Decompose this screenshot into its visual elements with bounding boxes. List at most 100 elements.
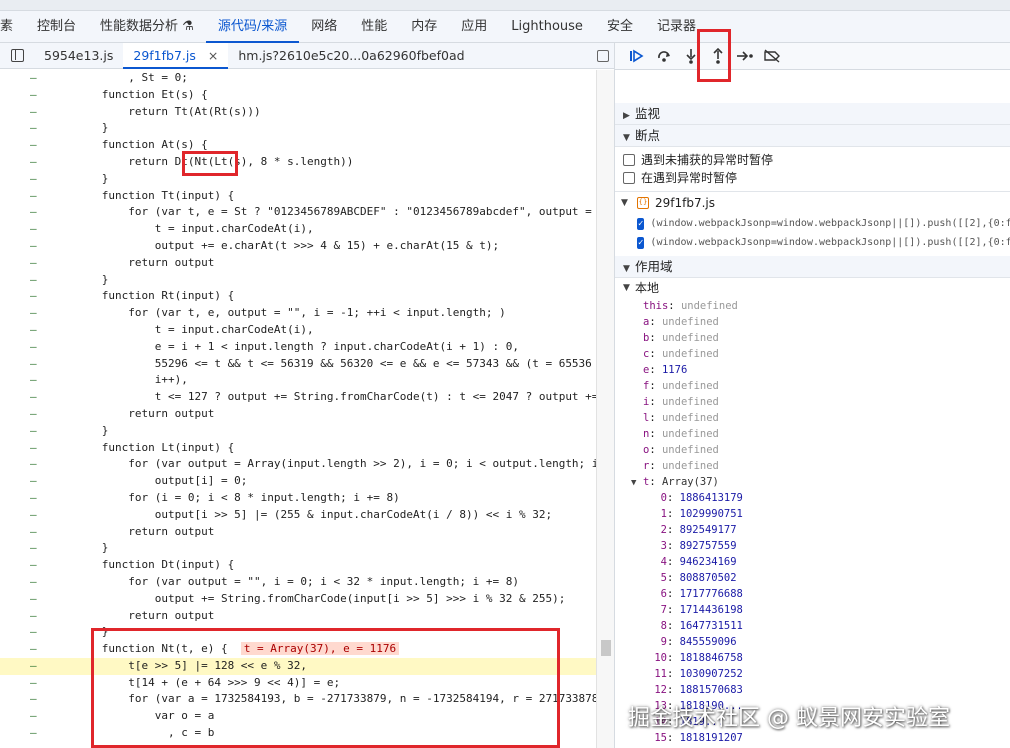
code-line[interactable]: – function At(s) { — [0, 137, 596, 154]
line-gutter[interactable]: – — [30, 154, 40, 171]
scope-var[interactable]: r: undefined — [615, 458, 1010, 474]
toggle-debugger-icon[interactable] — [592, 43, 614, 69]
scrollbar-thumb[interactable] — [601, 640, 611, 656]
code-line[interactable]: – e = i + 1 < input.length ? input.charC… — [0, 339, 596, 356]
checkbox-icon[interactable] — [623, 154, 635, 166]
breakpoint-entry[interactable]: ✓ (window.webpackJsonp=window.webpackJson… — [615, 233, 1010, 252]
code-line[interactable]: – } — [0, 624, 596, 641]
code-line[interactable]: – i++), — [0, 372, 596, 389]
line-gutter[interactable]: – — [30, 188, 40, 205]
line-gutter[interactable]: – — [30, 490, 40, 507]
code-line[interactable]: – function Lt(input) { — [0, 440, 596, 457]
code-line[interactable]: – , St = 0; — [0, 70, 596, 87]
breakpoint-entry[interactable]: ✓ (window.webpackJsonp=window.webpackJson… — [615, 214, 1010, 233]
step-over-button[interactable] — [650, 43, 677, 70]
tab-application[interactable]: 应用 — [449, 11, 499, 43]
code-scrollbar[interactable] — [596, 70, 614, 748]
tab-elements-partial[interactable]: 素 — [0, 11, 25, 43]
tab-console[interactable]: 控制台 — [25, 11, 88, 43]
tab-lighthouse[interactable]: Lighthouse — [499, 11, 595, 43]
code-line[interactable]: – for (i = 0; i < 8 * input.length; i +=… — [0, 490, 596, 507]
code-line[interactable]: – function Dt(input) { — [0, 557, 596, 574]
code-line[interactable]: – t[e >> 5] |= 128 << e % 32, — [0, 657, 596, 675]
code-line[interactable]: – t <= 127 ? output += String.fromCharCo… — [0, 389, 596, 406]
scope-var[interactable]: f: undefined — [615, 378, 1010, 394]
array-item[interactable]: 0: 1886413179 — [615, 490, 1010, 506]
array-item[interactable]: 12: 1881570683 — [615, 682, 1010, 698]
code-line[interactable]: – return output — [0, 255, 596, 272]
step-into-button[interactable] — [677, 43, 704, 70]
file-tab-hm[interactable]: hm.js?2610e5c20...0a62960fbef0ad — [228, 43, 474, 69]
line-gutter[interactable]: – — [30, 204, 40, 221]
pause-caught-checkbox[interactable]: 在遇到异常时暂停 — [615, 169, 1010, 187]
line-gutter[interactable]: – — [30, 540, 40, 557]
array-item[interactable]: 9: 845559096 — [615, 634, 1010, 650]
scope-var[interactable]: a: undefined — [615, 314, 1010, 330]
line-gutter[interactable]: – — [30, 389, 40, 406]
scope-var[interactable]: e: 1176 — [615, 362, 1010, 378]
line-gutter[interactable]: – — [30, 473, 40, 490]
array-item[interactable]: 1: 1029990751 — [615, 506, 1010, 522]
code-line[interactable]: – t[14 + (e + 64 >>> 9 << 4)] = e; — [0, 675, 596, 692]
code-line[interactable]: – output[i >> 5] |= (255 & input.charCod… — [0, 507, 596, 524]
scope-var[interactable]: i: undefined — [615, 394, 1010, 410]
array-item[interactable]: 5: 808870502 — [615, 570, 1010, 586]
code-line[interactable]: – } — [0, 423, 596, 440]
line-gutter[interactable]: – — [30, 255, 40, 272]
code-line[interactable]: – for (var a = 1732584193, b = -27173387… — [0, 691, 596, 708]
line-gutter[interactable]: – — [30, 708, 40, 725]
line-gutter[interactable]: – — [30, 624, 40, 641]
line-gutter[interactable]: – — [30, 137, 40, 154]
code-line[interactable]: – function Nt(t, e) { t = Array(37), e =… — [0, 641, 596, 658]
tab-performance[interactable]: 性能 — [349, 11, 399, 43]
tab-performance-insights[interactable]: 性能数据分析 ⚗ — [88, 11, 206, 43]
line-gutter[interactable]: – — [30, 104, 40, 121]
code-line[interactable]: – function Et(s) { — [0, 87, 596, 104]
code-line[interactable]: – for (var output = Array(input.length >… — [0, 456, 596, 473]
line-gutter[interactable]: – — [30, 658, 40, 675]
checkbox-checked-icon[interactable]: ✓ — [637, 217, 645, 230]
file-tab-29f1fb7[interactable]: 29f1fb7.js × — [123, 42, 229, 69]
line-gutter[interactable]: – — [30, 440, 40, 457]
code-line[interactable]: – var o = a — [0, 708, 596, 725]
array-item[interactable]: 6: 1717776688 — [615, 586, 1010, 602]
code-line[interactable]: – return output — [0, 524, 596, 541]
code-line[interactable]: – for (var t, e, output = "", i = -1; ++… — [0, 305, 596, 322]
line-gutter[interactable]: – — [30, 221, 40, 238]
watch-section-header[interactable]: ▶ 监视 — [615, 103, 1010, 125]
code-line[interactable]: – return output — [0, 608, 596, 625]
code-line[interactable]: – function Rt(input) { — [0, 288, 596, 305]
code-line[interactable]: – 55296 <= t && t <= 56319 && 56320 <= e… — [0, 356, 596, 373]
line-gutter[interactable]: – — [30, 524, 40, 541]
line-gutter[interactable]: – — [30, 507, 40, 524]
line-gutter[interactable]: – — [30, 691, 40, 708]
step-button[interactable] — [731, 43, 758, 70]
code-line[interactable]: – for (var output = "", i = 0; i < 32 * … — [0, 574, 596, 591]
step-out-button[interactable] — [704, 43, 731, 70]
tab-memory[interactable]: 内存 — [399, 11, 449, 43]
tab-sources[interactable]: 源代码/来源 — [205, 11, 300, 43]
line-gutter[interactable]: – — [30, 238, 40, 255]
breakpoint-file[interactable]: ▼ {} 29f1fb7.js — [615, 192, 1010, 214]
code-line[interactable]: – } — [0, 171, 596, 188]
line-gutter[interactable]: – — [30, 574, 40, 591]
array-item[interactable]: 10: 1818846758 — [615, 650, 1010, 666]
code-line[interactable]: – , c = b — [0, 725, 596, 742]
line-gutter[interactable]: – — [30, 423, 40, 440]
scope-var[interactable]: n: undefined — [615, 426, 1010, 442]
code-line[interactable]: – return output — [0, 406, 596, 423]
line-gutter[interactable]: – — [30, 171, 40, 188]
array-item[interactable]: 8: 1647731511 — [615, 618, 1010, 634]
breakpoints-section-header[interactable]: ▼ 断点 — [615, 125, 1010, 147]
code-line[interactable]: – t = input.charCodeAt(i), — [0, 322, 596, 339]
code-line[interactable]: – output += e.charAt(t >>> 4 & 15) + e.c… — [0, 238, 596, 255]
line-gutter[interactable]: – — [30, 557, 40, 574]
checkbox-checked-icon[interactable]: ✓ — [637, 236, 645, 249]
line-gutter[interactable]: – — [30, 272, 40, 289]
line-gutter[interactable]: – — [30, 87, 40, 104]
array-item[interactable]: 11: 1030907252 — [615, 666, 1010, 682]
toggle-navigator-icon[interactable] — [0, 43, 34, 69]
code-line[interactable]: – } — [0, 272, 596, 289]
tab-network[interactable]: 网络 — [299, 11, 349, 43]
line-gutter[interactable]: – — [30, 288, 40, 305]
